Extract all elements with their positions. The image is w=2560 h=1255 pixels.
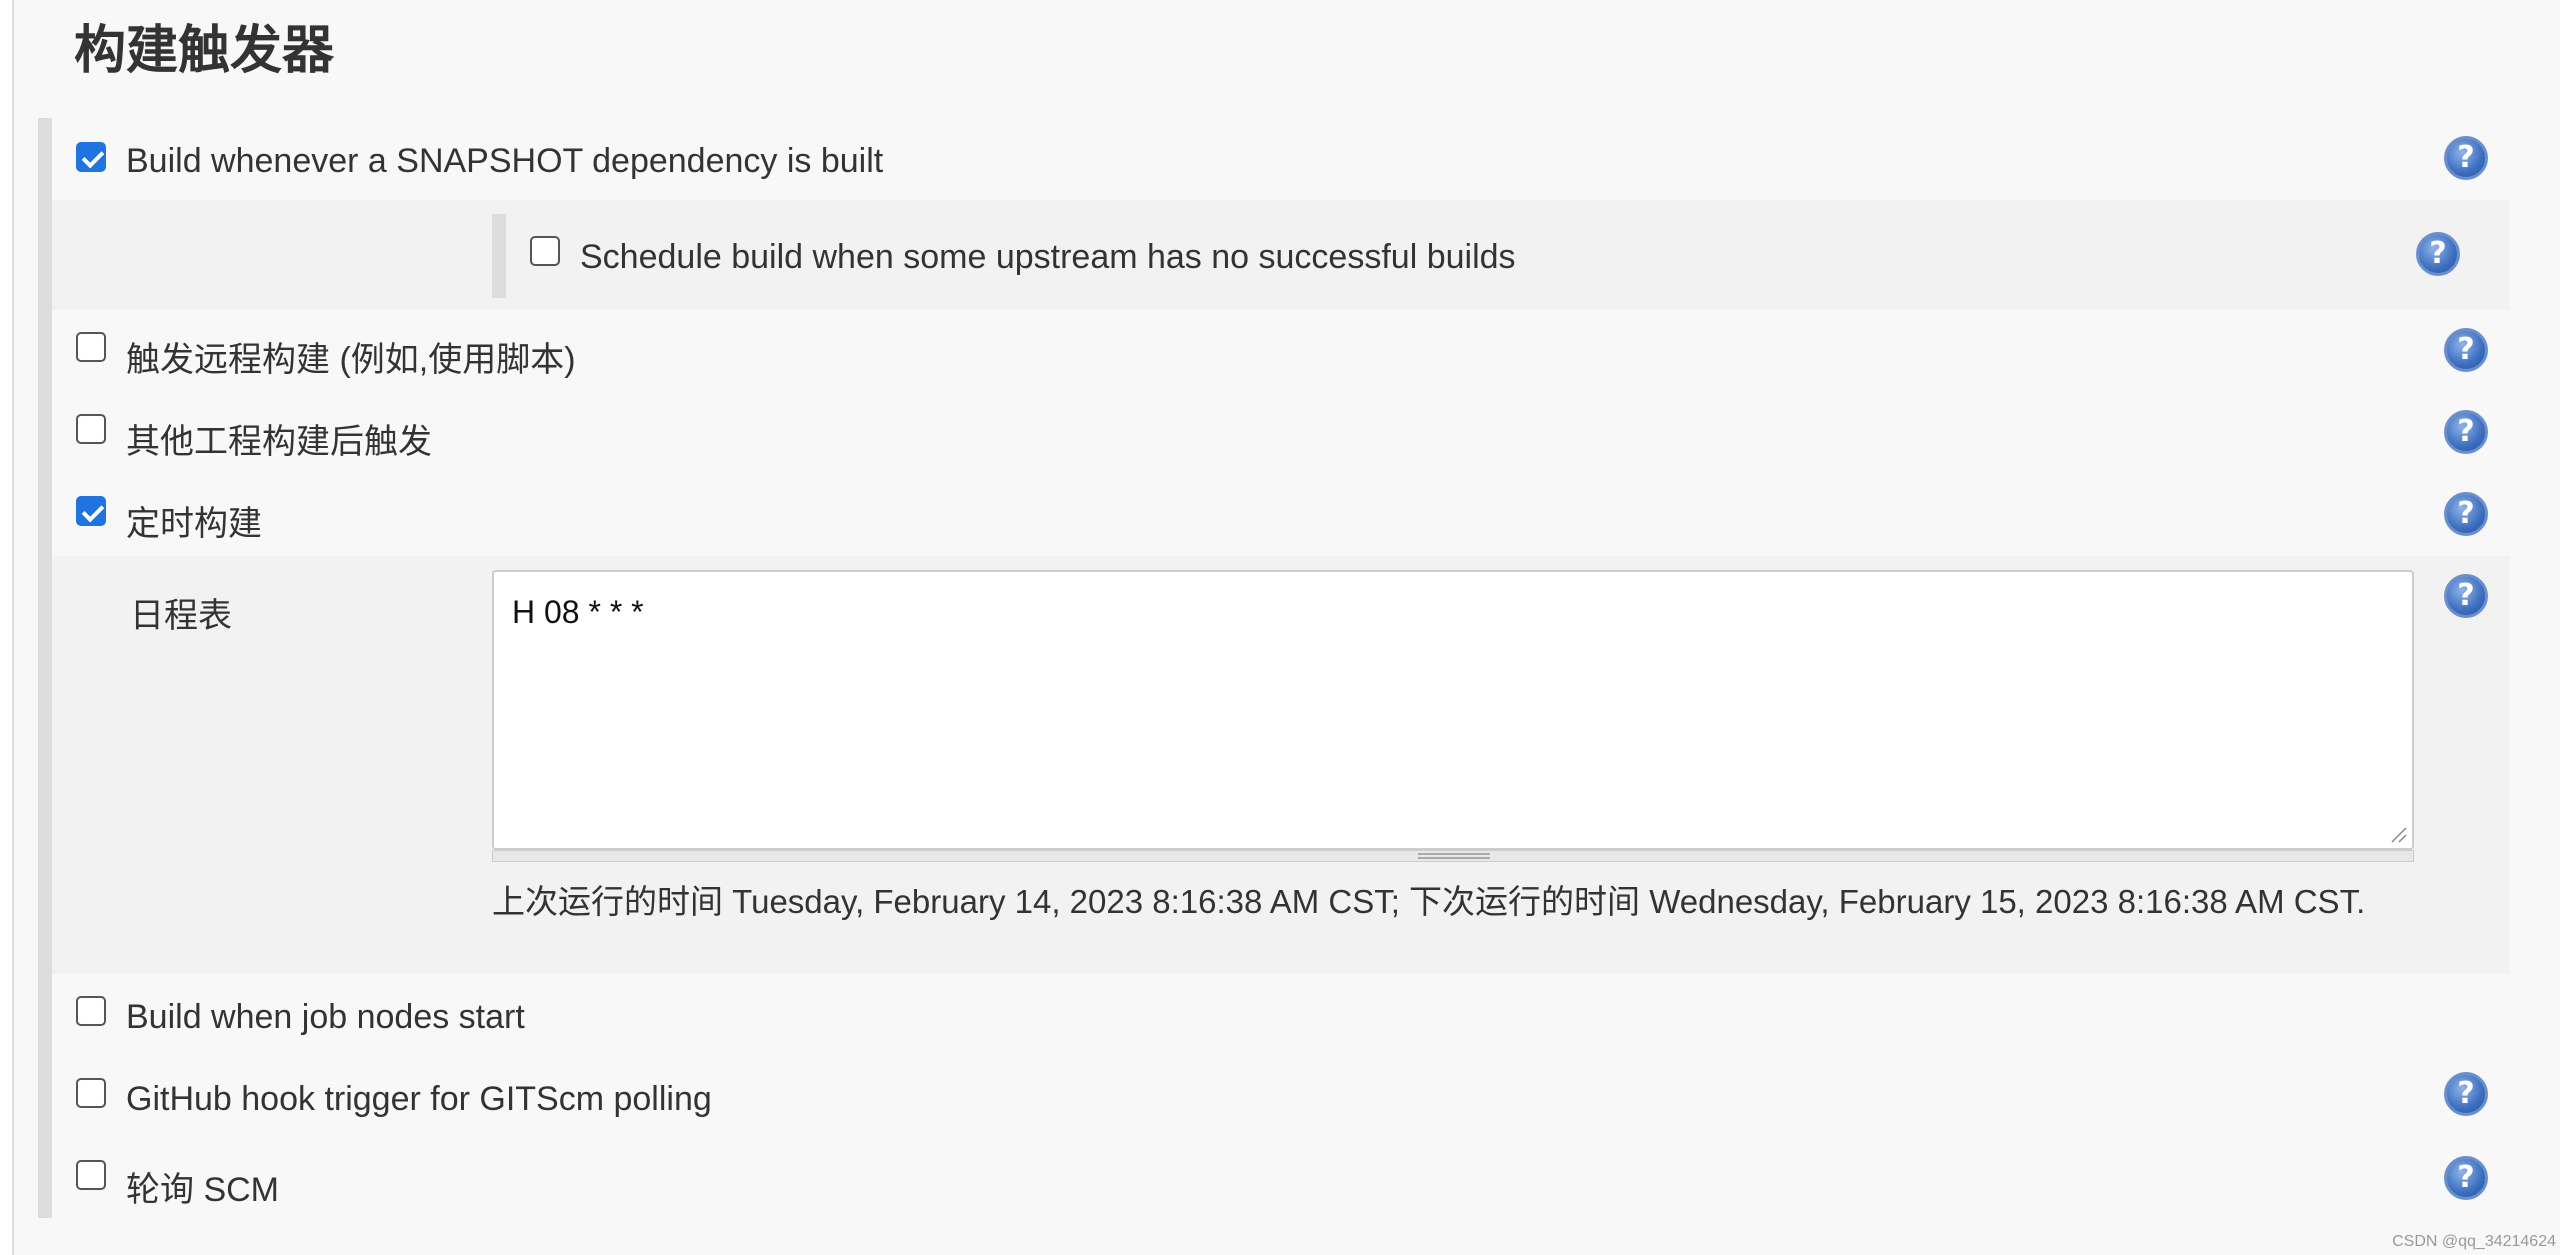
snapshot-checkbox[interactable] bbox=[76, 142, 106, 172]
poll-scm-checkbox[interactable] bbox=[76, 1160, 106, 1190]
remote-checkbox[interactable] bbox=[76, 332, 106, 362]
periodic-checkbox[interactable] bbox=[76, 496, 106, 526]
periodic-label: 定时构建 bbox=[126, 505, 262, 543]
after-other-help-icon[interactable]: ? bbox=[2444, 410, 2488, 454]
periodic-help-icon[interactable]: ? bbox=[2444, 492, 2488, 536]
github-hook-help-icon[interactable]: ? bbox=[2444, 1072, 2488, 1116]
schedule-textarea[interactable]: H 08 * * * bbox=[492, 570, 2414, 850]
schedule-run-info: 上次运行的时间 Tuesday, February 14, 2023 8:16:… bbox=[492, 883, 2366, 920]
schedule-help-icon[interactable]: ? bbox=[2444, 574, 2488, 618]
schedule-label: 日程表 bbox=[130, 597, 232, 635]
schedule-value: H 08 * * * bbox=[512, 594, 644, 630]
trigger-row-snapshot: Build whenever a SNAPSHOT dependency is … bbox=[52, 118, 2510, 200]
remote-label: 触发远程构建 (例如,使用脚本) bbox=[126, 341, 576, 379]
poll-scm-help-icon[interactable]: ? bbox=[2444, 1156, 2488, 1200]
after-other-checkbox[interactable] bbox=[76, 414, 106, 444]
snapshot-help-icon[interactable]: ? bbox=[2444, 136, 2488, 180]
snapshot-options: Schedule build when some upstream has no… bbox=[52, 200, 2510, 310]
trigger-row-github-hook: GitHub hook trigger for GITScm polling ? bbox=[52, 1058, 2510, 1140]
section-title: 构建触发器 bbox=[74, 22, 335, 80]
upstream-help-icon[interactable]: ? bbox=[2416, 232, 2460, 276]
github-hook-label: GitHub hook trigger for GITScm polling bbox=[126, 1080, 712, 1118]
upstream-label: Schedule build when some upstream has no… bbox=[580, 238, 1516, 276]
trigger-row-job-nodes: Build when job nodes start bbox=[52, 976, 2510, 1058]
github-hook-checkbox[interactable] bbox=[76, 1078, 106, 1108]
poll-scm-label: 轮询 SCM bbox=[126, 1171, 279, 1209]
trigger-group bbox=[38, 118, 52, 1218]
job-nodes-label: Build when job nodes start bbox=[126, 998, 525, 1036]
job-nodes-checkbox[interactable] bbox=[76, 996, 106, 1026]
after-other-label: 其他工程构建后触发 bbox=[126, 423, 432, 461]
resize-grip-icon[interactable] bbox=[2390, 826, 2408, 844]
remote-help-icon[interactable]: ? bbox=[2444, 328, 2488, 372]
upstream-checkbox[interactable] bbox=[530, 236, 560, 266]
snapshot-label: Build whenever a SNAPSHOT dependency is … bbox=[126, 142, 884, 180]
trigger-row-poll-scm: 轮询 SCM ? bbox=[52, 1140, 2510, 1222]
snapshot-options-bar bbox=[492, 214, 506, 298]
trigger-row-periodic: 定时构建 ? bbox=[52, 474, 2510, 556]
watermark: CSDN @qq_34214624 bbox=[2392, 1233, 2556, 1250]
trigger-row-remote: 触发远程构建 (例如,使用脚本) ? bbox=[52, 310, 2510, 392]
textarea-resize-bar[interactable] bbox=[492, 850, 2414, 862]
resize-handle-icon[interactable] bbox=[1418, 853, 1490, 859]
trigger-row-after-other: 其他工程构建后触发 ? bbox=[52, 392, 2510, 474]
